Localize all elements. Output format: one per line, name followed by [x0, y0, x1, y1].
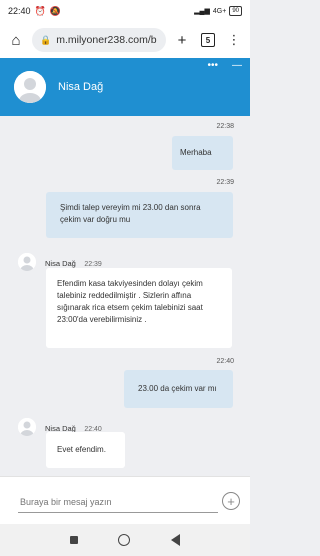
alarm-icon: ⏰ — [34, 5, 46, 16]
options-icon[interactable]: ••• — [207, 60, 218, 71]
sender-avatar — [18, 418, 36, 436]
more-menu-icon[interactable]: ⋮ — [224, 30, 244, 50]
home-circle-icon[interactable] — [118, 534, 131, 546]
message-text: Efendim kasa takviyesinden dolayı çekim … — [57, 279, 203, 324]
input-underline — [18, 512, 218, 513]
bell-off-icon: 🔕 — [49, 5, 61, 16]
agent-avatar — [14, 71, 46, 103]
recent-apps-icon[interactable] — [70, 536, 79, 544]
message-list[interactable]: 22:38 Merhaba 22:39 Şimdi talep vereyim … — [0, 116, 250, 476]
outgoing-message: Şimdi talep vereyim mi 23.00 dan sonra ç… — [46, 192, 233, 238]
tab-switcher-button[interactable]: 5 — [198, 30, 218, 50]
system-navigation-bar — [0, 524, 250, 556]
outgoing-message: 23.00 da çekim var mı — [124, 370, 233, 408]
outgoing-message: Merhaba — [172, 136, 233, 170]
message-text: Evet efendim. — [57, 445, 106, 454]
incoming-message: Efendim kasa takviyesinden dolayı çekim … — [46, 268, 232, 348]
incoming-message: Evet efendim. — [46, 432, 125, 468]
message-text: Şimdi talep vereyim mi 23.00 dan sonra ç… — [60, 203, 201, 224]
address-bar[interactable]: 🔒 m.milyoner238.com/b — [32, 28, 166, 52]
status-time: 22:40 — [8, 6, 31, 16]
url-text: m.milyoner238.com/b — [56, 34, 157, 46]
message-time: 22:39 — [216, 179, 234, 186]
signal-icon: ▂▄▆ — [194, 8, 210, 15]
agent-name: Nisa Dağ — [58, 81, 104, 93]
sender-name: Nisa Dağ — [45, 259, 76, 268]
network-type: 4G+ — [212, 7, 227, 15]
message-time: 22:38 — [216, 123, 234, 130]
battery-icon: 90 — [229, 6, 242, 16]
chat-header: Nisa Dağ ••• — — [0, 58, 250, 116]
message-text: Merhaba — [180, 148, 212, 157]
message-composer: + — [0, 476, 250, 525]
attach-plus-icon[interactable]: + — [222, 492, 240, 510]
lock-icon: 🔒 — [40, 34, 52, 45]
message-text: 23.00 da çekim var mı — [138, 384, 217, 393]
minimize-icon[interactable]: — — [232, 60, 242, 71]
status-bar: 22:40 ⏰ 🔕 ▂▄▆ 4G+ 90 — [0, 0, 250, 22]
browser-toolbar: ⌂ 🔒 m.milyoner238.com/b + 5 ⋮ — [0, 22, 250, 58]
tab-count: 5 — [201, 33, 215, 47]
home-icon[interactable]: ⌂ — [6, 30, 26, 50]
message-time: 22:40 — [216, 358, 234, 365]
message-time: 22:39 — [84, 261, 102, 268]
back-icon[interactable] — [170, 534, 180, 546]
message-input[interactable] — [18, 491, 218, 513]
sender-avatar — [18, 253, 36, 271]
new-tab-icon[interactable]: + — [172, 30, 192, 50]
